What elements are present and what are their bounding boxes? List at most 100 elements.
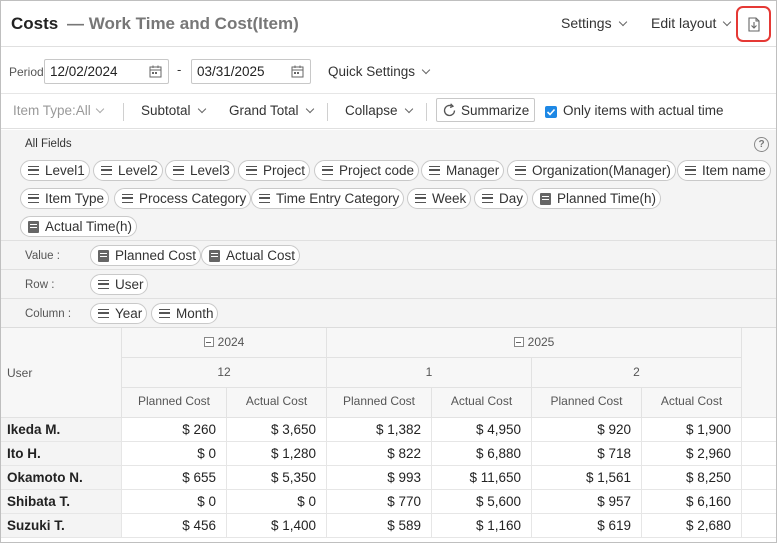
edit-layout-menu-button[interactable]: Edit layout — [651, 15, 732, 31]
value-cell: $ 770 — [327, 490, 432, 514]
measure-header: Planned Cost — [532, 388, 642, 418]
field-chip-label: User — [115, 277, 144, 292]
subtotal-menu[interactable]: Subtotal — [141, 103, 206, 118]
list-icon — [173, 166, 184, 175]
field-chip-level1[interactable]: Level1 — [20, 160, 90, 181]
year-header-2024[interactable]: 2024 — [122, 328, 327, 358]
value-cell: $ 957 — [532, 490, 642, 514]
divider — [1, 298, 776, 299]
field-chip-level3[interactable]: Level3 — [165, 160, 235, 181]
grand-total-menu[interactable]: Grand Total — [229, 103, 314, 118]
page-subtitle: — Work Time and Cost(Item) — [67, 14, 299, 33]
collapse-icon[interactable] — [513, 337, 524, 347]
collapse-icon[interactable] — [203, 337, 214, 347]
list-icon — [101, 166, 112, 175]
value-cell: $ 0 — [122, 490, 227, 514]
value-cell: $ 8,250 — [642, 466, 742, 490]
divider — [123, 103, 124, 121]
field-chip-level2[interactable]: Level2 — [93, 160, 163, 181]
row-user-name: Ikeda M. — [1, 418, 122, 442]
period-label: Period — [9, 65, 44, 79]
value-cell: $ 655 — [122, 466, 227, 490]
page-title: Costs — [11, 14, 59, 33]
period-start-input[interactable]: 12/02/2024 — [44, 59, 169, 84]
field-chip-label: Week — [432, 191, 467, 206]
month-header: 12 — [122, 358, 327, 388]
row-chip-user[interactable]: User — [90, 274, 149, 295]
list-icon — [515, 166, 526, 175]
field-chip-project-code[interactable]: Project code — [314, 160, 419, 181]
field-chip-item-type[interactable]: Item Type — [20, 188, 109, 209]
all-fields-label: All Fields — [25, 138, 72, 150]
pivot-toolbar: Item Type:All Subtotal Grand Total Colla… — [1, 95, 776, 129]
field-chip-actual-time[interactable]: Actual Time(h) — [20, 216, 137, 237]
field-chip-planned-time[interactable]: Planned Time(h) — [532, 188, 661, 209]
field-chip-process-category[interactable]: Process Category — [114, 188, 252, 209]
only-actual-label[interactable]: Only items with actual time — [563, 103, 724, 118]
field-chip-manager[interactable]: Manager — [421, 160, 505, 181]
numeric-field-icon — [98, 250, 109, 262]
column-chip-month[interactable]: Month — [151, 303, 219, 324]
field-list-panel: All Fields ? Level1 Level2 Level3 Projec… — [1, 130, 776, 328]
column-chip-year[interactable]: Year — [90, 303, 148, 324]
measure-header: Planned Cost — [122, 388, 227, 418]
row-filler — [742, 490, 776, 514]
table-row: Ikeda M. $ 260 $ 3,650 $ 1,382 $ 4,950 $… — [1, 418, 776, 442]
edit-layout-label: Edit layout — [651, 15, 717, 31]
list-icon — [482, 194, 493, 203]
value-cell: $ 5,350 — [227, 466, 327, 490]
field-chip-organization-manager[interactable]: Organization(Manager) — [507, 160, 676, 181]
quick-settings-label: Quick Settings — [328, 64, 416, 79]
field-chip-time-entry-category[interactable]: Time Entry Category — [251, 188, 405, 209]
value-cell: $ 6,160 — [642, 490, 742, 514]
list-icon — [246, 166, 257, 175]
value-chip-planned-cost[interactable]: Planned Cost — [90, 245, 201, 266]
field-chip-label: Project code — [339, 163, 415, 178]
numeric-field-icon — [209, 250, 220, 262]
field-chip-label: Level3 — [190, 163, 230, 178]
quick-settings-button[interactable]: Quick Settings — [328, 64, 431, 79]
field-chip-item-name[interactable]: Item name — [677, 160, 771, 181]
settings-menu-button[interactable]: Settings — [561, 15, 627, 31]
field-chip-label: Item name — [702, 163, 766, 178]
value-chip-actual-cost[interactable]: Actual Cost — [201, 245, 300, 266]
item-type-filter[interactable]: Item Type:All — [13, 103, 105, 118]
collapse-menu[interactable]: Collapse — [345, 103, 413, 118]
pivot-table: User 2024 2025 12 1 2 Planned Cost Actua… — [1, 328, 776, 542]
collapse-label: Collapse — [345, 103, 398, 118]
chevron-down-icon — [305, 104, 314, 114]
divider — [1, 240, 776, 241]
field-chip-label: Time Entry Category — [276, 191, 400, 206]
table-row: Okamoto N. $ 655 $ 5,350 $ 993 $ 11,650 … — [1, 466, 776, 490]
subtotal-label: Subtotal — [141, 103, 191, 118]
item-type-label: Item Type:All — [13, 103, 91, 118]
period-start-value: 12/02/2024 — [50, 64, 118, 79]
row-filler — [742, 514, 776, 538]
grand-total-label: Grand Total — [229, 103, 299, 118]
value-cell: $ 260 — [122, 418, 227, 442]
help-icon[interactable]: ? — [754, 137, 769, 152]
value-cell: $ 1,280 — [227, 442, 327, 466]
field-chip-day[interactable]: Day — [474, 188, 528, 209]
file-download-icon — [748, 17, 760, 32]
list-icon — [98, 309, 109, 318]
field-chip-project[interactable]: Project — [238, 160, 310, 181]
period-end-input[interactable]: 03/31/2025 — [191, 59, 311, 84]
value-cell: $ 0 — [227, 490, 327, 514]
measure-header: Actual Cost — [642, 388, 742, 418]
value-cell: $ 11,650 — [432, 466, 532, 490]
only-actual-checkbox[interactable] — [545, 106, 557, 118]
summarize-button[interactable]: Summarize — [436, 98, 535, 122]
value-cell: $ 0 — [122, 442, 227, 466]
value-cell: $ 1,561 — [532, 466, 642, 490]
value-cell: $ 822 — [327, 442, 432, 466]
header-filler — [742, 328, 776, 418]
year-header-2025[interactable]: 2025 — [327, 328, 742, 358]
chevron-down-icon — [95, 104, 105, 114]
list-icon — [159, 309, 170, 318]
divider — [426, 103, 427, 121]
chevron-down-icon — [618, 17, 627, 27]
export-button[interactable] — [736, 6, 771, 42]
checkmark-icon — [546, 108, 556, 116]
field-chip-week[interactable]: Week — [407, 188, 472, 209]
